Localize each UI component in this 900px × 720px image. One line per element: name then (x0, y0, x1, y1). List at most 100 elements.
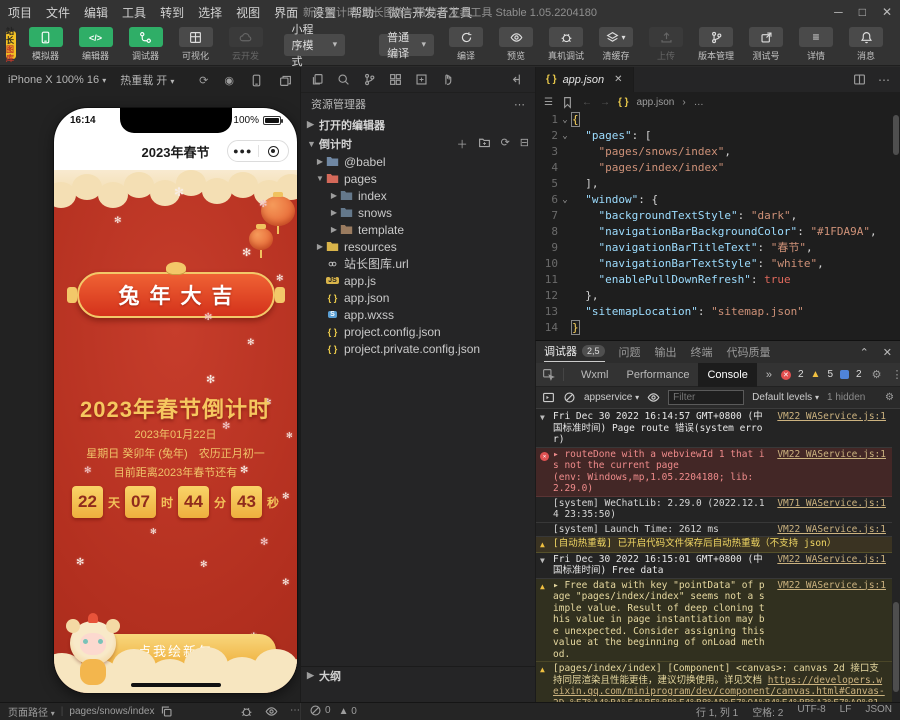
page-path-select[interactable]: 页面路径 ▾ (8, 704, 55, 719)
panel-tab-代码质量[interactable]: 代码质量 (727, 344, 771, 360)
console-row[interactable]: [system] Launch Time: 2612 msVM22 WAServ… (536, 523, 892, 538)
menu-文件[interactable]: 文件 (46, 4, 70, 21)
outline-icon[interactable]: ☰ (544, 97, 553, 108)
console-row[interactable]: [system] WeChatLib: 2.29.0 (2022.12.14 2… (536, 497, 892, 523)
split-editor-icon[interactable] (853, 73, 866, 86)
fold-icon[interactable]: ⌄ (558, 192, 572, 208)
hot-reload-toggle[interactable]: 热重载 开 ▾ (120, 72, 174, 88)
menu-工具[interactable]: 工具 (122, 4, 146, 21)
tree-item-app.js[interactable]: JS app.js (301, 272, 535, 289)
indentation[interactable]: 空格: 2 (752, 704, 783, 719)
tree-item-站长图库.url[interactable]: 站长图库.url (301, 255, 535, 272)
inspect-element-icon[interactable] (542, 368, 564, 381)
code-line-6[interactable]: 6⌄ "window": { (536, 192, 900, 208)
nav-forward-icon[interactable]: → (600, 97, 610, 108)
extensions-icon[interactable] (389, 73, 402, 86)
tab-app-json[interactable]: { } app.json ✕ (536, 67, 634, 92)
eval-context-icon[interactable] (542, 391, 555, 404)
search-icon[interactable] (337, 73, 350, 86)
record-icon[interactable]: ◉ (224, 74, 234, 87)
console-row[interactable]: ▼Fri Dec 30 2022 16:15:01 GMT+0800 (中国标准… (536, 553, 892, 579)
close-panel-icon[interactable]: ✕ (883, 346, 892, 359)
collapse-sidebar-icon[interactable] (512, 73, 525, 86)
toolbar-button-编辑器[interactable]: </>编辑器 (74, 27, 118, 62)
language-mode[interactable]: JSON (865, 704, 892, 719)
settings-gear-icon[interactable]: ⚙ (872, 368, 882, 381)
toolbar-button-清缓存[interactable]: ▾清缓存 (594, 27, 638, 62)
mode-select[interactable]: 小程序模式▾ (284, 34, 346, 56)
breadcrumb-tail[interactable]: … (694, 97, 704, 108)
toolbar-button-消息[interactable]: 消息 (844, 27, 888, 62)
devtools-tab-wxml[interactable]: Wxml (572, 363, 618, 387)
tree-item-pages[interactable]: ▼ pages (301, 170, 535, 187)
code-line-3[interactable]: 3 "pages/snows/index", (536, 144, 900, 160)
device-icon[interactable] (250, 74, 263, 87)
package-icon[interactable] (415, 73, 428, 86)
problems-warnings[interactable]: ▲ 0 (339, 706, 357, 717)
close-button[interactable]: ✕ (882, 5, 892, 19)
cursor-position[interactable]: 行 1, 列 1 (696, 704, 738, 719)
code-line-9[interactable]: 9 "navigationBarTitleText": "春节", (536, 240, 900, 256)
code-line-5[interactable]: 5 ], (536, 176, 900, 192)
warning-count-icon[interactable]: ▲ (811, 369, 821, 380)
eol[interactable]: LF (840, 704, 852, 719)
collapse-all-icon[interactable]: ⊟ (520, 136, 529, 152)
menu-界面[interactable]: 界面 (274, 4, 298, 21)
source-control-icon[interactable] (363, 73, 376, 86)
toolbar-button-可视化[interactable]: 可视化 (174, 27, 218, 62)
refresh-icon[interactable]: ⟳ (199, 74, 208, 87)
hidden-messages-label[interactable]: 1 hidden (827, 392, 865, 403)
sim-more-icon[interactable]: ⋯ (290, 705, 300, 718)
outline-section[interactable]: ▶ 大纲 (301, 666, 535, 684)
code-line-10[interactable]: 10 "navigationBarTextStyle": "white", (536, 256, 900, 272)
console-inline-link[interactable]: https://developers.weixin.qq.com/minipro… (553, 675, 885, 703)
collapse-panel-icon[interactable]: ⌃ (860, 346, 869, 359)
code-line-7[interactable]: 7 "backgroundTextStyle": "dark", (536, 208, 900, 224)
bookmark-icon[interactable] (561, 96, 574, 109)
toolbar-button-版本管理[interactable]: 版本管理 (694, 27, 738, 62)
toolbar-button-预览[interactable]: 预览 (494, 27, 538, 62)
editor-more-icon[interactable]: ⋯ (878, 73, 890, 87)
code-line-11[interactable]: 11 "enablePullDownRefresh": true (536, 272, 900, 288)
problems-errors[interactable]: 0 (309, 704, 331, 720)
toolbar-button-详情[interactable]: ≡详情 (794, 27, 838, 62)
console-row[interactable]: ▼Fri Dec 30 2022 16:14:57 GMT+0800 (中国标准… (536, 410, 892, 448)
code-line-14[interactable]: 14} (536, 320, 900, 336)
vconsole-icon[interactable] (240, 705, 253, 718)
console-source-link[interactable]: VM22 WAService.js:1 (777, 449, 886, 495)
code-area[interactable]: 1⌄{2⌄ "pages": [3 "pages/snows/index",4 … (536, 112, 900, 336)
clear-console-icon[interactable] (563, 391, 576, 404)
console-source-link[interactable]: VM22 WAService.js:1 (777, 524, 886, 536)
code-line-1[interactable]: 1⌄{ (536, 112, 900, 128)
files-icon[interactable] (311, 73, 324, 86)
eye-icon[interactable] (647, 391, 660, 404)
menu-转到[interactable]: 转到 (160, 4, 184, 21)
menu-视图[interactable]: 视图 (236, 4, 260, 21)
device-select[interactable]: iPhone X 100% 16 ▾ (8, 74, 106, 86)
code-line-8[interactable]: 8 "navigationBarBackgroundColor": "#1FDA… (536, 224, 900, 240)
context-select[interactable]: appservice ▾ (584, 392, 639, 403)
tree-item-index[interactable]: ▶ index (301, 187, 535, 204)
more-actions-icon[interactable]: ⋯ (514, 98, 525, 111)
breadcrumb-file[interactable]: app.json (637, 97, 675, 108)
more-tabs-icon[interactable]: » (757, 363, 781, 387)
devtools-tab-console[interactable]: Console (698, 363, 756, 387)
error-count-icon[interactable]: ✕ (781, 370, 791, 380)
more-icon[interactable]: ●●● (228, 146, 258, 156)
tree-item-project.private.config.json[interactable]: { } project.private.config.json (301, 340, 535, 357)
info-count-icon[interactable] (840, 370, 849, 379)
hand-tool-icon[interactable] (441, 73, 454, 86)
console-source-link[interactable]: VM22 WAService.js:1 (777, 554, 886, 577)
capsule-menu[interactable]: ●●● (227, 140, 289, 162)
editor-scrollbar[interactable] (893, 115, 899, 155)
preview-eye-icon[interactable] (265, 705, 278, 718)
code-line-12[interactable]: 12 }, (536, 288, 900, 304)
close-tab-icon[interactable]: ✕ (614, 74, 622, 85)
tree-item-app.json[interactable]: { } app.json (301, 289, 535, 306)
fold-icon[interactable]: ⌄ (558, 128, 572, 144)
copy-path-icon[interactable] (160, 705, 173, 718)
console-settings-icon[interactable]: ⚙ (885, 392, 894, 403)
toolbar-button-编译[interactable]: 编译 (444, 27, 488, 62)
menu-选择[interactable]: 选择 (198, 4, 222, 21)
nav-back-icon[interactable]: ← (582, 97, 592, 108)
